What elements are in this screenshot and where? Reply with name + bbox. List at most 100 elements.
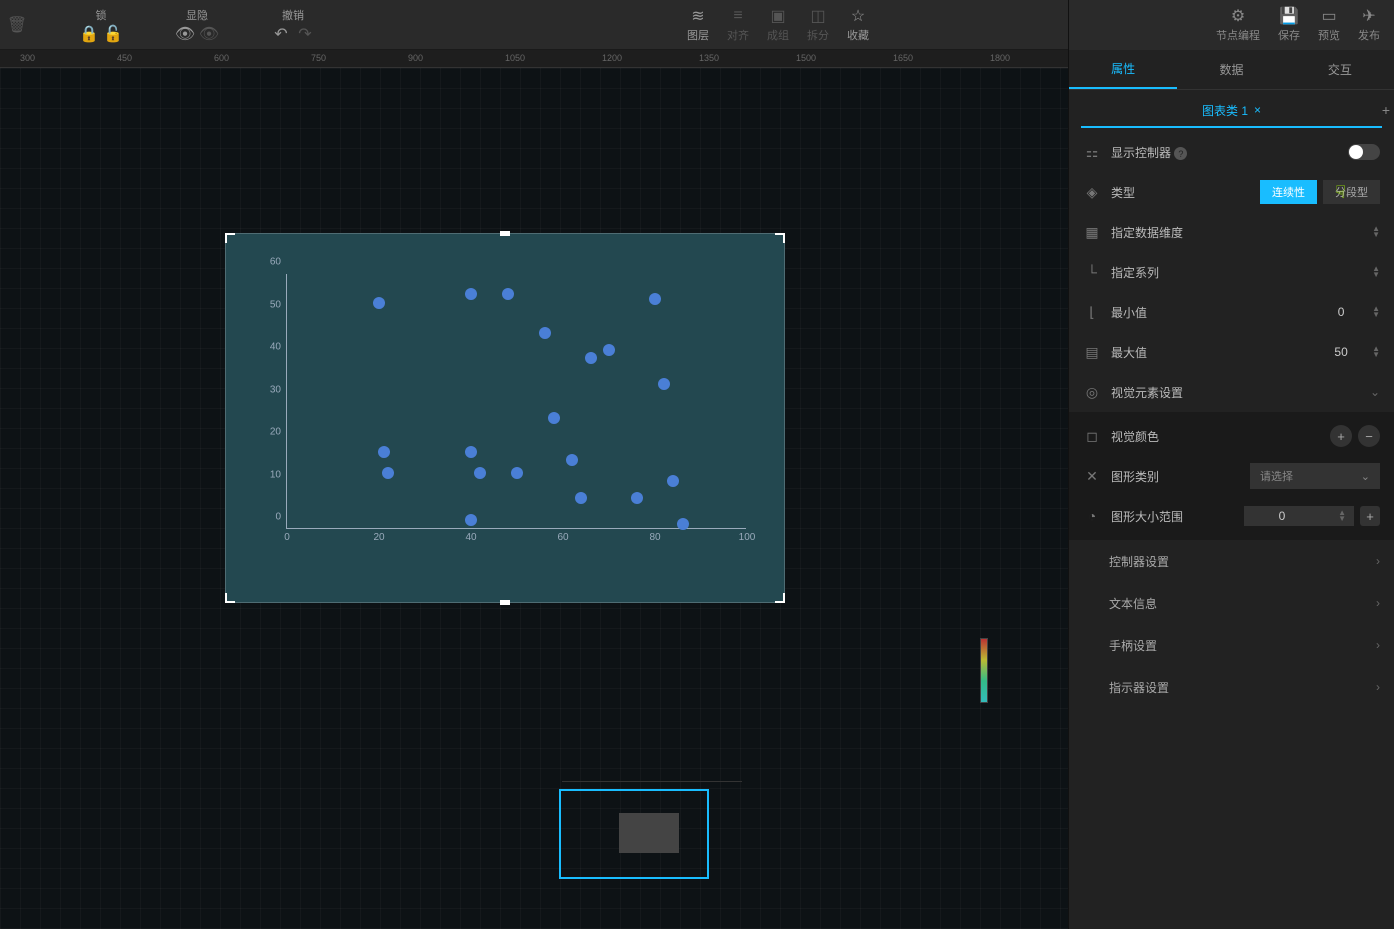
add-color-button[interactable]: + [1330,425,1352,447]
eye-off-icon[interactable]: 👁 [200,25,218,43]
panel-tabs: 属性 数据 交互 [1069,50,1394,90]
prop-visual-settings[interactable]: ◎ 视觉元素设置 ⌄ [1069,372,1394,412]
data-point [631,492,643,504]
data-point [667,475,679,487]
star-icon: ☆ [849,7,867,25]
data-point [566,454,578,466]
indicator-settings-row[interactable]: 指示器设置 › [1069,666,1394,708]
chevron-down-icon: ⌄ [1370,385,1380,399]
data-point [649,293,661,305]
align-icon: ≡ [729,7,747,25]
data-point [677,518,689,530]
delete-button[interactable]: 🗑 [8,16,26,34]
component-title: 图表类 1 [1202,102,1248,119]
shape-type-select[interactable]: 请选择 ⌄ [1250,463,1380,489]
data-point [502,288,514,300]
chevron-right-icon: › [1376,680,1380,694]
tab-interaction[interactable]: 交互 [1286,50,1394,89]
data-point [539,327,551,339]
controller-settings-row[interactable]: 控制器设置 › [1069,540,1394,582]
shape-size-input[interactable] [1252,509,1312,523]
type-segmented-button[interactable]: 分段型 [1323,180,1380,204]
data-point [465,288,477,300]
group-icon: ▣ [769,7,787,25]
prop-shape-type: ✕ 图形类别 请选择 ⌄ [1069,456,1394,496]
min-icon: ⌊ [1083,304,1101,321]
data-point [658,378,670,390]
close-component-icon[interactable]: × [1254,103,1261,117]
shape-size-stepper[interactable]: ▲▼ [1338,510,1346,522]
resize-handle-bl[interactable] [225,593,235,603]
size-icon: ◔ [1083,508,1101,524]
chevron-right-icon: › [1376,554,1380,568]
controller-icon: ⚏ [1083,144,1101,161]
prop-show-controller: ⚏ 显示控制器 ? [1069,132,1394,172]
canvas-area[interactable]: 0102030405060020406080100 [0,68,1068,929]
text-info-row[interactable]: 文本信息 › [1069,582,1394,624]
resize-handle-b[interactable] [500,600,510,605]
favorite-button[interactable]: ☆ 收藏 [847,7,869,43]
prop-shape-size: ◔ 图形大小范围 ▲▼ + [1069,496,1394,536]
shape-icon: ✕ [1083,468,1101,485]
visual-icon: ◎ [1083,384,1101,401]
align-button[interactable]: ≡ 对齐 [727,7,749,43]
right-toolbar: ⚙ 节点编程 💾 保存 ▭ 预览 ✈ 发布 [1069,0,1394,50]
color-icon: ◻ [1083,428,1101,445]
data-point [465,514,477,526]
data-point [548,412,560,424]
type-icon: ◈ [1083,184,1101,201]
save-icon: 💾 [1280,7,1298,25]
preview-button[interactable]: ▭ 预览 [1318,7,1340,43]
eye-icon[interactable]: 👁 [176,25,194,43]
minimap[interactable] [559,789,709,879]
send-icon: ✈ [1360,7,1378,25]
prop-visual-color: ◻ 视觉颜色 + − [1069,416,1394,456]
group-button[interactable]: ▣ 成组 [767,7,789,43]
resize-handle-br[interactable] [775,593,785,603]
visual-settings-section: ◻ 视觉颜色 + − ✕ 图形类别 请选择 ⌄ ◔ 图形大小 [1069,412,1394,540]
series-icon: └ [1083,264,1101,280]
tab-data[interactable]: 数据 [1177,50,1285,89]
remove-color-button[interactable]: − [1358,425,1380,447]
save-button[interactable]: 💾 保存 [1278,7,1300,43]
type-continuous-button[interactable]: 连续性 [1260,180,1317,204]
resize-handle-tr[interactable] [775,233,785,243]
minimap-viewport [619,813,679,853]
resize-handle-tl[interactable] [225,233,235,243]
prop-type: ◈ 类型 连续性 分段型 [1069,172,1394,212]
component-title-row: 图表类 1 × + [1081,94,1382,128]
show-controller-toggle[interactable] [1348,144,1380,160]
lock-icon[interactable]: 🔒 [80,25,98,43]
dimension-icon: ▦ [1083,224,1101,241]
prop-spec-series: └ 指定系列 ▲▼ [1069,252,1394,292]
undo-icon[interactable]: ↶ [272,25,290,43]
min-stepper[interactable]: ▲▼ [1372,306,1380,318]
publish-button[interactable]: ✈ 发布 [1358,7,1380,43]
layers-button[interactable]: ≋ 图层 [687,7,709,43]
add-size-button[interactable]: + [1360,506,1380,526]
max-icon: ▤ [1083,344,1101,361]
add-component-icon[interactable]: + [1382,102,1390,118]
resize-handle-t[interactable] [500,231,510,236]
data-point [511,467,523,479]
redo-icon[interactable]: ↷ [296,25,314,43]
scatter-plot: 0102030405060020406080100 [286,274,746,529]
properties-panel: ⚙ 节点编程 💾 保存 ▭ 预览 ✈ 发布 属性 数据 交互 图表类 1 × +… [1068,0,1394,929]
max-input[interactable] [1316,345,1366,359]
series-stepper[interactable]: ▲▼ [1372,266,1380,278]
chart-component[interactable]: 0102030405060020406080100 [225,233,785,603]
unlock-icon[interactable]: 🔓 [104,25,122,43]
split-button[interactable]: ◫ 拆分 [807,7,829,43]
handle-settings-row[interactable]: 手柄设置 › [1069,624,1394,666]
chevron-right-icon: › [1376,596,1380,610]
help-icon[interactable]: ? [1174,147,1187,160]
tab-attributes[interactable]: 属性 [1069,50,1177,89]
min-input[interactable] [1316,305,1366,319]
color-legend[interactable] [980,638,988,703]
prop-max: ▤ 最大值 ▲▼ [1069,332,1394,372]
ruler-horizontal: 3004506007509001050120013501500165018001… [0,50,1068,68]
node-edit-button[interactable]: ⚙ 节点编程 [1216,7,1260,43]
minimap-panel [562,781,742,929]
dimension-stepper[interactable]: ▲▼ [1372,226,1380,238]
max-stepper[interactable]: ▲▼ [1372,346,1380,358]
